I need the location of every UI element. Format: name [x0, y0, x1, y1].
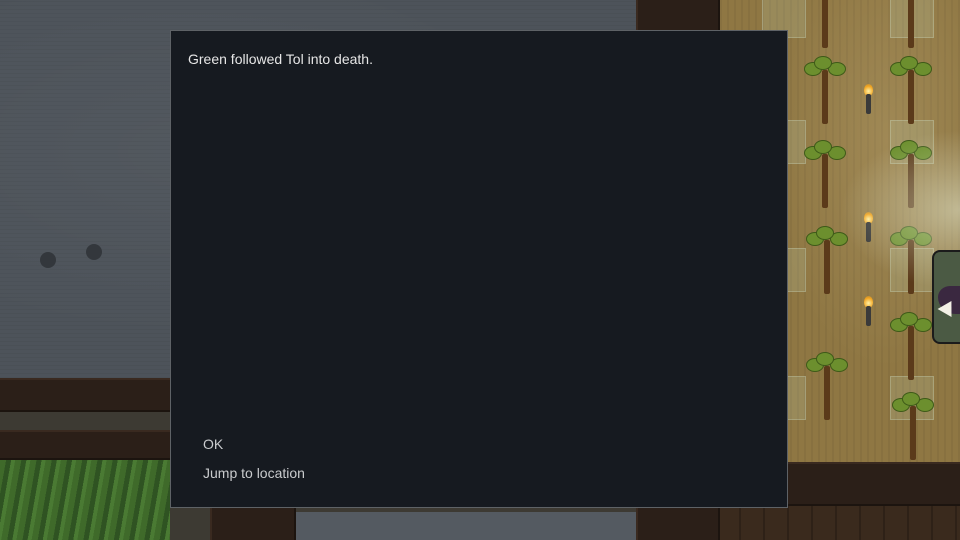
wall: [788, 462, 960, 506]
wall: [210, 508, 296, 540]
ok-option[interactable]: OK: [203, 435, 223, 453]
floor-stain: [86, 244, 102, 260]
tree[interactable]: [800, 0, 850, 50]
floor-stain: [40, 252, 56, 268]
tree[interactable]: [888, 392, 938, 462]
tree[interactable]: [886, 312, 936, 382]
jump-to-location-option[interactable]: Jump to location: [203, 464, 305, 482]
letter-dialog: Green followed Tol into death. OK Jump t…: [170, 30, 788, 508]
torch-lamp[interactable]: [864, 296, 873, 328]
letter-message: Green followed Tol into death.: [188, 51, 373, 67]
tree[interactable]: [800, 56, 850, 126]
wall: [0, 430, 170, 460]
grass-patch: [0, 460, 170, 540]
tree[interactable]: [886, 56, 936, 126]
tree[interactable]: [886, 0, 936, 50]
torch-lamp[interactable]: [864, 84, 873, 116]
tree[interactable]: [802, 352, 852, 422]
pawn-creature[interactable]: [932, 250, 960, 344]
wall: [0, 378, 170, 412]
stone-floor: [292, 512, 637, 540]
